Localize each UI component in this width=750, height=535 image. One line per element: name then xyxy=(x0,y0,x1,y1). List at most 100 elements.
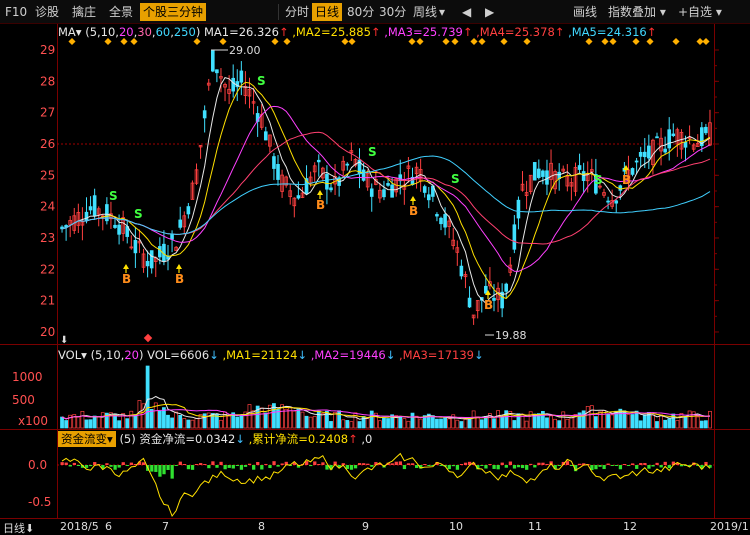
candle-body xyxy=(422,186,427,193)
fund-flow-bar xyxy=(366,463,370,465)
volume-bar xyxy=(92,415,97,429)
volume-bar xyxy=(369,410,374,429)
fund-flow-bar xyxy=(150,465,154,472)
sell-signal-label: S xyxy=(134,207,143,221)
candle-body xyxy=(537,168,541,178)
candle-body xyxy=(504,283,509,292)
candle-body xyxy=(88,206,93,211)
volume-bar xyxy=(308,416,313,429)
price-tick-label: 21 xyxy=(40,294,55,308)
period-label: 日线 xyxy=(3,522,25,535)
volume-bar xyxy=(402,418,407,429)
volume-bar xyxy=(341,419,346,429)
volume-bar xyxy=(239,415,244,429)
fund-flow-bar xyxy=(268,465,272,469)
fund-flow-bar xyxy=(578,463,582,465)
fund-flow-bar xyxy=(667,465,671,469)
volume-bar xyxy=(178,414,183,429)
price-tick-label: 24 xyxy=(40,200,55,214)
fund-flow-bar xyxy=(565,461,570,465)
volume-bar xyxy=(182,418,187,429)
volume-bar xyxy=(475,416,480,429)
stock-chart-canvas[interactable]: 29 28 27 26 25 24 23 22 21 20 1000 500 x100 0.0 -0.5… xyxy=(0,0,750,535)
fund-flow-bar xyxy=(484,465,488,469)
event-diamond-icon xyxy=(632,37,640,46)
fund-flow-bar xyxy=(211,461,215,465)
volume-bar xyxy=(219,419,223,429)
volume-bar xyxy=(528,411,533,429)
price-tick-label: 25 xyxy=(40,168,55,182)
volume-bar xyxy=(667,418,672,429)
volume-bar xyxy=(300,411,305,429)
candle-body xyxy=(276,164,280,180)
fund-flow-bar xyxy=(223,465,227,470)
fund-flow-bar xyxy=(121,462,125,465)
candle-body xyxy=(630,168,635,175)
candle-body xyxy=(113,224,117,228)
fund-flow-bar xyxy=(264,463,268,465)
volume-bar xyxy=(96,416,101,429)
volume-bar xyxy=(642,414,647,429)
event-diamond-icon xyxy=(104,37,112,46)
fund-flow-bar xyxy=(215,465,219,468)
candle-body xyxy=(117,224,121,235)
fund-flow-bar xyxy=(537,462,541,465)
buy-signal-label: B xyxy=(316,198,325,212)
fund-flow-bar xyxy=(496,465,500,470)
volume-bar xyxy=(288,406,293,429)
fund-flow-bar xyxy=(68,465,72,467)
fund-flow-bar xyxy=(93,462,97,465)
fund-flow-bar xyxy=(480,465,484,466)
event-diamond-icon xyxy=(408,37,416,46)
fund-flow-bar xyxy=(260,465,264,470)
volume-bar xyxy=(593,416,598,429)
fund-flow-bar xyxy=(199,463,203,465)
fund-flow-bar xyxy=(504,465,508,468)
candlestick-series xyxy=(60,49,712,325)
volume-bar xyxy=(145,365,150,429)
candle-body xyxy=(361,169,366,181)
volume-bar xyxy=(149,409,154,429)
volume-bar xyxy=(137,400,142,429)
candle-body xyxy=(186,206,191,215)
volume-bar xyxy=(166,414,170,429)
candle-body xyxy=(671,133,676,137)
fund-flow-bar xyxy=(394,461,398,465)
fund-flow-bar xyxy=(663,461,667,465)
candle-body xyxy=(149,250,154,269)
volume-bar xyxy=(304,415,309,429)
fund-flow-bar xyxy=(631,463,635,465)
fund-flow-bar xyxy=(655,462,659,465)
x-tick: 2018/5 xyxy=(60,520,99,533)
fund-flow-bar xyxy=(154,465,158,472)
volume-bar xyxy=(504,410,509,429)
fund-flow-bar xyxy=(447,465,451,470)
volume-bar xyxy=(585,405,590,429)
x-tick: 6 xyxy=(105,520,112,533)
volume-bar xyxy=(459,421,464,429)
candle-body xyxy=(532,162,537,181)
event-diamond-icon xyxy=(193,37,201,46)
period-selector[interactable]: 日线⬇ xyxy=(3,520,34,535)
cumulative-fund-line xyxy=(61,452,711,518)
fund-flow-bar xyxy=(533,465,537,468)
fund-flow-bar xyxy=(280,463,284,465)
volume-tick-label: x100 xyxy=(18,414,48,428)
volume-bar xyxy=(296,408,301,429)
volume-bar xyxy=(84,419,89,429)
volume-bar xyxy=(284,408,289,429)
high-price-label: 29.00 xyxy=(229,44,261,57)
fund-flow-bar xyxy=(89,465,93,467)
volume-bar xyxy=(675,420,680,429)
volume-bar xyxy=(190,419,195,429)
price-tick-label: 29 xyxy=(40,43,55,57)
volume-bar xyxy=(410,412,415,429)
candle-body xyxy=(541,170,545,177)
event-diamond-icon xyxy=(672,37,680,46)
fund-flow-bar xyxy=(162,465,166,475)
volume-bar xyxy=(699,420,704,429)
fund-flow-bar xyxy=(158,465,162,477)
volume-bar xyxy=(516,413,521,429)
event-diamond-icon xyxy=(143,333,153,343)
fund-flow-bar xyxy=(516,465,521,468)
